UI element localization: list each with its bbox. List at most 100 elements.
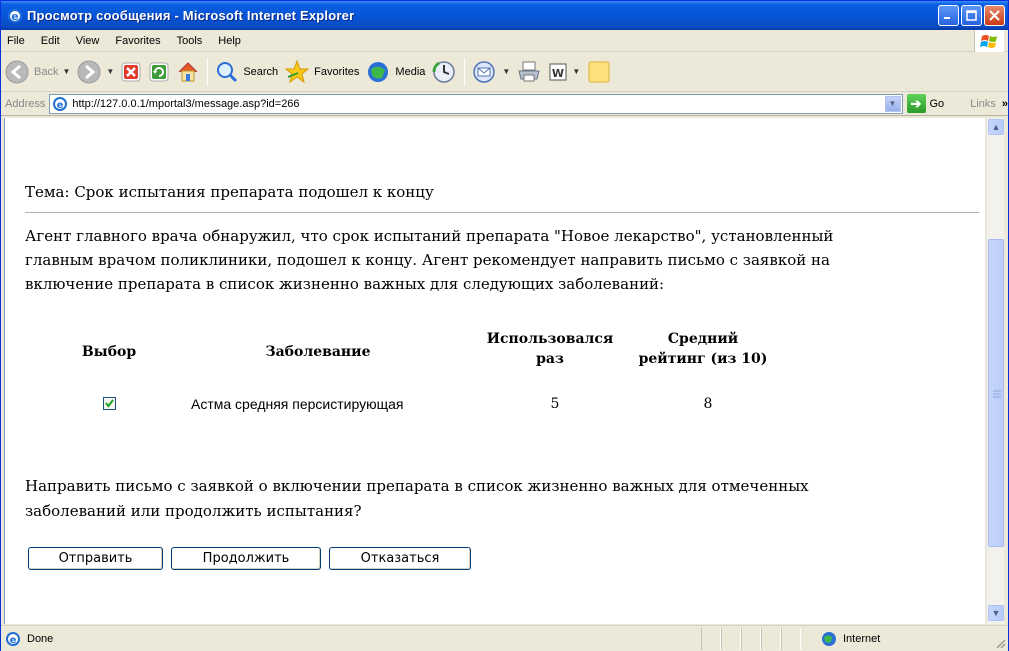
favorites-star-icon (284, 59, 310, 83)
column-header-used: Использовался раз (480, 331, 620, 367)
status-bar: e Done Internet (1, 625, 1008, 651)
close-button[interactable] (984, 5, 1005, 26)
menu-edit[interactable]: Edit (33, 30, 68, 52)
printer-icon (518, 61, 540, 81)
menu-favorites[interactable]: Favorites (107, 30, 168, 52)
back-arrow-icon (5, 60, 29, 83)
menu-tools[interactable]: Tools (169, 30, 211, 52)
edit-dropdown-icon[interactable]: ▼ (572, 67, 580, 76)
address-label: Address (5, 97, 46, 110)
question-line: заболеваний или продолжить испытания? (25, 502, 362, 520)
question-text: Направить письмо с заявкой о включении п… (25, 474, 925, 524)
svg-text:e: e (57, 100, 64, 111)
svg-text:W: W (552, 67, 564, 80)
page-done-icon: e (6, 631, 20, 646)
close-icon (989, 10, 1000, 21)
message-body: Агент главного врача обнаружил, что срок… (25, 224, 945, 296)
minimize-button[interactable] (938, 5, 959, 26)
column-header-rating-line1: Средний (667, 331, 739, 347)
stop-button[interactable] (117, 56, 145, 88)
globe-icon (822, 632, 836, 646)
mail-icon (473, 60, 496, 83)
toolbar-separator (207, 57, 209, 86)
discuss-button[interactable] (583, 56, 615, 88)
menu-view[interactable]: View (68, 30, 108, 52)
message-subject: Тема: Срок испытания препарата подошел к… (25, 183, 434, 201)
media-button[interactable]: Media (362, 56, 428, 88)
decline-button[interactable]: Отказаться (329, 547, 471, 570)
svg-text:e: e (11, 10, 18, 23)
column-header-rating-line2: рейтинг (из 10) (638, 351, 768, 367)
rating-value: 8 (703, 396, 713, 412)
minimize-icon (944, 17, 950, 19)
media-icon (368, 61, 389, 82)
media-label: Media (395, 65, 426, 78)
checkmark-icon (105, 399, 114, 408)
links-chevron-icon[interactable]: » (1002, 98, 1008, 110)
svg-text:e: e (10, 635, 17, 646)
continue-button[interactable]: Продолжить (171, 547, 321, 570)
forward-dropdown-icon[interactable]: ▼ (106, 67, 114, 76)
forward-button[interactable]: ▼ (73, 56, 117, 88)
status-left: e Done (5, 631, 53, 647)
column-header-select: Выбор (81, 344, 137, 360)
menu-help[interactable]: Help (210, 30, 249, 52)
history-button[interactable] (428, 56, 460, 88)
refresh-button[interactable] (145, 56, 173, 88)
scroll-up-button[interactable]: ▲ (988, 119, 1004, 135)
used-count: 5 (550, 396, 560, 412)
go-arrow-icon: ➔ (906, 94, 926, 113)
address-url[interactable]: http://127.0.0.1/mportal3/message.asp?id… (72, 98, 299, 110)
page-content: Тема: Срок испытания препарата подошел к… (4, 118, 985, 624)
mail-button[interactable]: ▼ (469, 56, 513, 88)
go-button[interactable]: ➔ Go (906, 94, 945, 113)
stop-icon (121, 62, 141, 81)
scroll-down-button[interactable]: ▼ (988, 605, 1004, 621)
search-icon (217, 61, 238, 82)
status-pane (721, 628, 741, 650)
menu-bar: File Edit View Favorites Tools Help (1, 30, 1008, 52)
column-header-disease: Заболевание (265, 344, 371, 360)
back-label: Back (34, 65, 59, 78)
forward-arrow-icon (77, 60, 101, 83)
menu-file[interactable]: File (1, 30, 33, 52)
disease-name: Астма средняя персистирующая (191, 396, 404, 412)
disease-checkbox[interactable] (103, 397, 116, 410)
maximize-icon (966, 10, 977, 21)
favorites-button[interactable]: Favorites (281, 56, 362, 88)
edit-button[interactable]: W ▼ (545, 56, 583, 88)
security-zone[interactable]: Internet (821, 631, 880, 647)
browser-window: e Просмотр сообщения - Microsoft Interne… (0, 0, 1009, 651)
zone-label: Internet (843, 633, 881, 645)
status-panes (701, 628, 801, 650)
message-line: включение препарата в список жизненно ва… (25, 275, 665, 293)
toolbar-separator (464, 57, 466, 86)
address-dropdown-icon[interactable]: ▼ (884, 95, 901, 112)
print-button[interactable] (513, 56, 545, 88)
maximize-button[interactable] (961, 5, 982, 26)
status-pane (701, 628, 721, 650)
back-dropdown-icon[interactable]: ▼ (62, 67, 70, 76)
address-field[interactable]: e http://127.0.0.1/mportal3/message.asp?… (49, 93, 903, 114)
page-icon: e (53, 96, 68, 111)
search-label: Search (243, 65, 279, 78)
ie-icon: e (8, 8, 22, 23)
send-button[interactable]: Отправить (28, 547, 163, 570)
mail-dropdown-icon[interactable]: ▼ (502, 67, 510, 76)
home-button[interactable] (173, 56, 203, 88)
title-bar[interactable]: e Просмотр сообщения - Microsoft Interne… (1, 1, 1008, 30)
home-icon (178, 61, 198, 81)
history-icon (432, 60, 456, 83)
vertical-scrollbar[interactable]: ▲ ▼ (986, 118, 1004, 624)
back-button[interactable]: Back ▼ (1, 56, 73, 88)
note-icon (588, 61, 610, 82)
resize-grip-icon[interactable] (994, 637, 1006, 649)
go-label: Go (929, 97, 945, 110)
word-icon: W (549, 63, 567, 80)
status-pane (781, 628, 801, 650)
search-button[interactable]: Search (212, 56, 281, 88)
scroll-thumb[interactable] (988, 239, 1004, 547)
divider (25, 212, 979, 213)
links-button[interactable]: Links (970, 98, 996, 110)
address-bar: Address e http://127.0.0.1/mportal3/mess… (1, 92, 1008, 116)
